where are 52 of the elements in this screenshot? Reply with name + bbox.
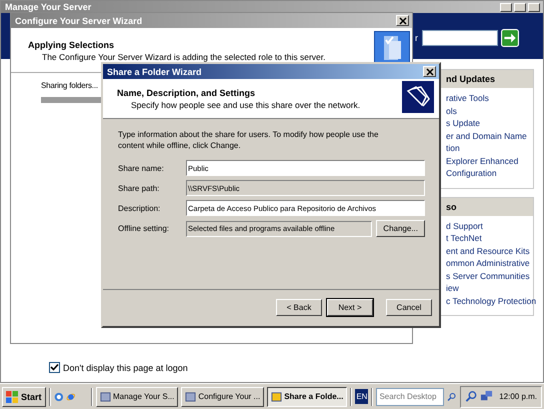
- field-label: Offline setting:: [118, 224, 170, 233]
- search-label: r: [415, 33, 418, 43]
- wizard-button[interactable]: Next >: [327, 299, 373, 316]
- task-label: Manage Your S...: [112, 392, 174, 401]
- panel-link[interactable]: ols: [446, 104, 533, 117]
- network-icon[interactable]: [480, 390, 494, 403]
- panel-link[interactable]: s Server Communities: [446, 270, 533, 282]
- windows-logo-icon: [6, 390, 18, 402]
- window-icon: [271, 391, 282, 402]
- panel-link[interactable]: Configuration: [446, 167, 533, 180]
- window-title: Share a Folder Wizard: [107, 66, 202, 76]
- panel-link[interactable]: Explorer Enhanced: [446, 154, 533, 167]
- window-icon: [185, 391, 196, 402]
- start-button[interactable]: Start: [2, 386, 46, 406]
- panel-link[interactable]: ent and Resource Kits: [446, 244, 533, 257]
- panel-link[interactable]: er and Domain Name: [446, 130, 533, 142]
- panel-link[interactable]: t TechNet: [446, 232, 533, 244]
- wizard-button[interactable]: Cancel: [386, 299, 432, 316]
- panel-link[interactable]: ommon Administrative: [446, 257, 533, 270]
- window-title: Manage Your Server: [5, 2, 92, 12]
- field-label: Share name:: [118, 164, 165, 172]
- panel-link[interactable]: s Update: [446, 117, 533, 130]
- panel-link[interactable]: iew: [446, 282, 533, 294]
- wizard-subheading: The Configure Your Server Wizard is adding the selected role to this server.: [41, 52, 326, 62]
- panel-link[interactable]: tion: [446, 142, 533, 154]
- intro-text: Type information about the share for users. To modify how people use the content while offline, click Change.: [118, 129, 380, 151]
- task-label: Configure Your ...: [198, 392, 260, 401]
- taskbar-button[interactable]: Share a Folde...: [267, 386, 348, 406]
- clock: 12:00 p.m.: [499, 392, 538, 401]
- wizard-heading: Applying Selections: [28, 40, 116, 50]
- panel-link[interactable]: d Support: [446, 220, 533, 232]
- checkbox-label: Don't display this page at logon: [63, 362, 188, 372]
- taskbar-button[interactable]: Configure Your ...: [181, 386, 264, 406]
- logon-checkbox[interactable]: [49, 362, 60, 373]
- close-button[interactable]: [423, 66, 436, 77]
- panel-link[interactable]: c Technology Protection: [446, 294, 533, 307]
- window-icon: [100, 391, 111, 402]
- field-label: Description:: [118, 204, 162, 212]
- search-icon[interactable]: [465, 390, 478, 403]
- taskbar-button[interactable]: Manage Your S...: [96, 386, 178, 406]
- wizard-button[interactable]: < Back: [276, 299, 322, 316]
- field-label: Share path:: [118, 184, 160, 192]
- language-indicator[interactable]: EN: [355, 389, 368, 404]
- panel-link[interactable]: rative Tools: [446, 92, 533, 104]
- search-field[interactable]: [422, 30, 498, 46]
- change-button[interactable]: Change...: [376, 220, 425, 237]
- wizard-subheading: Specify how people see and use this share over the network.: [130, 100, 360, 110]
- status-text: Sharing folders...: [41, 81, 99, 90]
- search-field[interactable]: Search Desktop: [376, 388, 444, 406]
- wizard-heading: Name, Description, and Settings: [117, 88, 256, 98]
- window-title: Configure Your Server Wizard: [15, 16, 142, 26]
- task-label: Share a Folde...: [284, 392, 344, 401]
